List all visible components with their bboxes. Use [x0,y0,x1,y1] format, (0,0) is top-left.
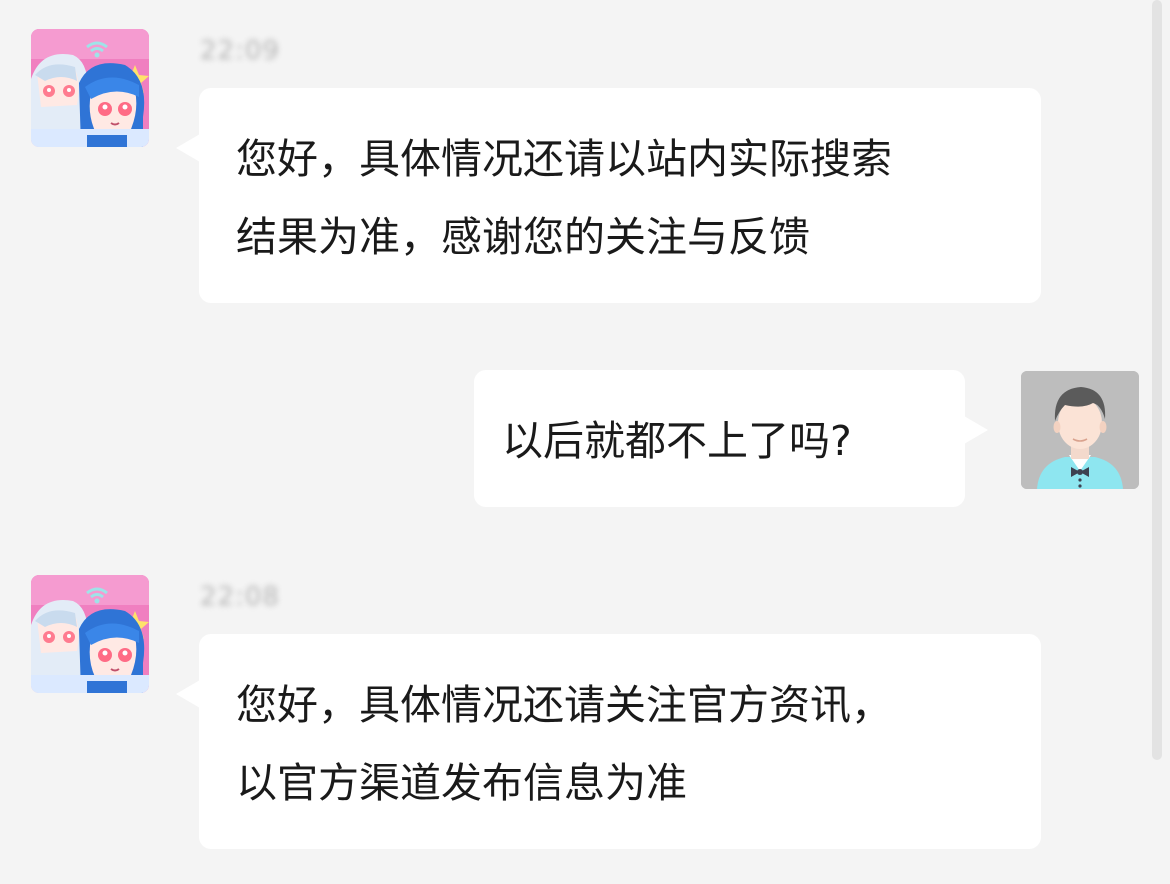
message-bubble[interactable]: 以后就都不上了吗? [474,370,965,507]
bubble-tail [176,680,200,708]
message-bubble[interactable]: 您好，具体情况还请以站内实际搜索 结果为准，感谢您的关注与反馈 [199,88,1041,303]
bot-avatar[interactable] [31,29,149,147]
message-text: 以后就都不上了吗? [502,417,852,465]
default-user-avatar-icon [1021,371,1139,489]
message-bubble[interactable]: 您好，具体情况还请关注官方资讯， 以官方渠道发布信息为准 [199,634,1041,849]
bubble-tail [964,416,988,444]
scrollbar[interactable] [1152,0,1162,760]
message-timestamp: 22:09 [200,36,280,66]
message-text: 您好，具体情况还请以站内实际搜索 结果为准，感谢您的关注与反馈 [236,135,892,261]
anime-mascot-avatar-icon [31,575,149,693]
bubble-tail [176,134,200,162]
message-text: 您好，具体情况还请关注官方资讯， 以官方渠道发布信息为准 [236,681,892,807]
user-avatar[interactable] [1021,371,1139,489]
message-timestamp: 22:08 [200,582,280,612]
bot-avatar[interactable] [31,575,149,693]
anime-mascot-avatar-icon [31,29,149,147]
